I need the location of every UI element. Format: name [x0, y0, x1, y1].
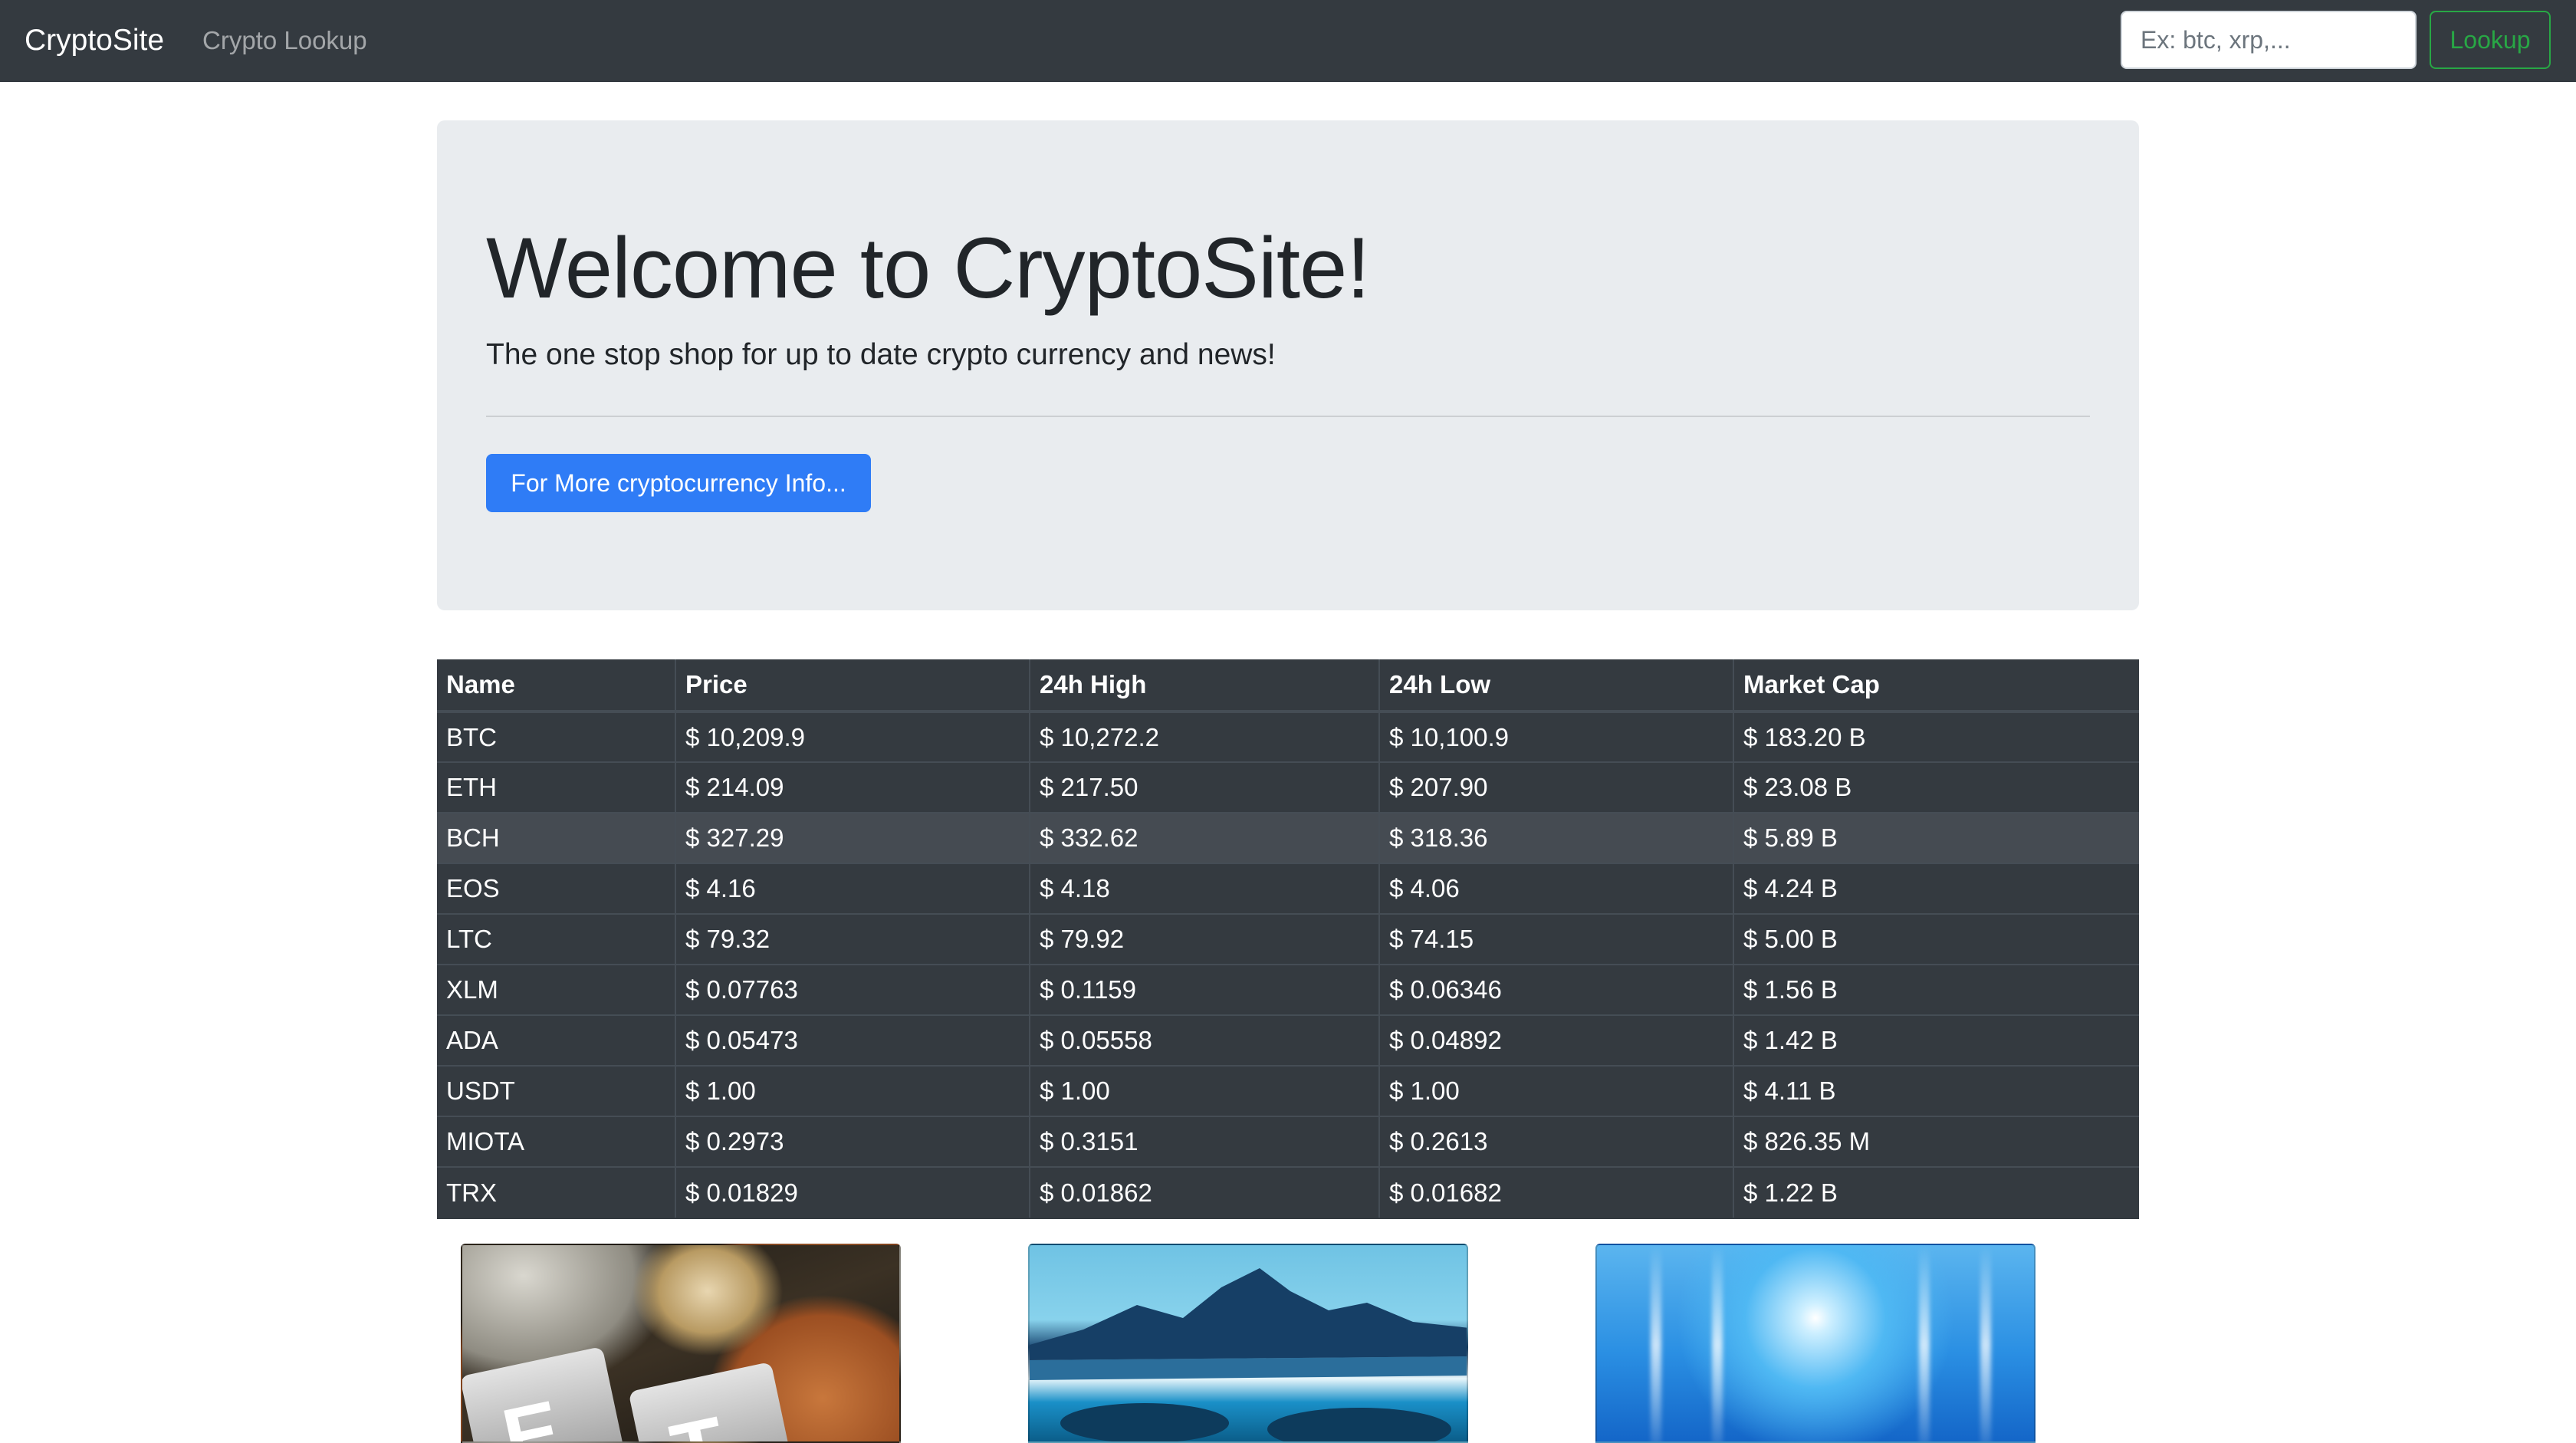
cell-price: $ 0.2973: [675, 1116, 1030, 1167]
cell-market-cap: $ 4.11 B: [1733, 1065, 2139, 1116]
crypto-table: Name Price 24h High 24h Low Market Cap B…: [437, 659, 2139, 1218]
cell-name: TRX: [437, 1166, 675, 1218]
cell-24h-high: $ 1.00: [1029, 1065, 1379, 1116]
cell-price: $ 0.01829: [675, 1166, 1030, 1218]
table-row: MIOTA $ 0.2973 $ 0.3151 $ 0.2613 $ 826.3…: [437, 1116, 2139, 1167]
cell-24h-low: $ 0.04892: [1378, 1014, 1733, 1066]
cell-market-cap: $ 826.35 M: [1733, 1116, 2139, 1167]
table-row: XLM $ 0.07763 $ 0.1159 $ 0.06346 $ 1.56 …: [437, 964, 2139, 1015]
cell-name: EOS: [437, 863, 675, 914]
cell-24h-high: $ 0.01862: [1029, 1166, 1379, 1218]
table-row: ETH $ 214.09 $ 217.50 $ 207.90 $ 23.08 B: [437, 761, 2139, 813]
keyboard-key: E: [462, 1346, 626, 1441]
header-price: Price: [675, 659, 1030, 713]
header-market-cap: Market Cap: [1733, 659, 2139, 713]
lead-text: The one stop shop for up to date crypto …: [486, 338, 1276, 371]
jumbotron: Welcome to CryptoSite! The one stop shop…: [437, 120, 2139, 610]
search-input[interactable]: [2121, 11, 2417, 69]
cell-market-cap: $ 1.56 B: [1733, 964, 2139, 1015]
more-info-button[interactable]: For More cryptocurrency Info...: [486, 454, 871, 512]
cell-24h-low: $ 0.2613: [1378, 1116, 1733, 1167]
brand-link[interactable]: CryptoSite: [25, 23, 164, 58]
cell-market-cap: $ 5.89 B: [1733, 812, 2139, 863]
header-24h-high: 24h High: [1029, 659, 1379, 713]
table-row: TRX $ 0.01829 $ 0.01862 $ 0.01682 $ 1.22…: [437, 1166, 2139, 1218]
cell-price: $ 214.09: [675, 761, 1030, 813]
cell-24h-low: $ 10,100.9: [1378, 711, 1733, 762]
news-card-image-ethereum-coins[interactable]: E T: [461, 1244, 901, 1443]
cell-24h-high: $ 217.50: [1029, 761, 1379, 813]
cell-name: LTC: [437, 913, 675, 965]
cell-price: $ 0.05473: [675, 1014, 1030, 1066]
table-row: BCH $ 327.29 $ 332.62 $ 318.36 $ 5.89 B: [437, 812, 2139, 863]
cell-24h-low: $ 207.90: [1378, 761, 1733, 813]
cell-24h-high: $ 79.92: [1029, 913, 1379, 965]
cell-24h-low: $ 1.00: [1378, 1065, 1733, 1116]
table-row: EOS $ 4.16 $ 4.18 $ 4.06 $ 4.24 B: [437, 863, 2139, 914]
page-title: Welcome to CryptoSite!: [486, 220, 1370, 316]
cell-name: BCH: [437, 812, 675, 863]
cell-price: $ 1.00: [675, 1065, 1030, 1116]
keyboard-key: T: [628, 1361, 795, 1441]
cell-market-cap: $ 5.00 B: [1733, 913, 2139, 965]
cell-name: XLM: [437, 964, 675, 1015]
cell-market-cap: $ 1.42 B: [1733, 1014, 2139, 1066]
cell-24h-high: $ 0.1159: [1029, 964, 1379, 1015]
cell-24h-low: $ 4.06: [1378, 863, 1733, 914]
crypto-table-container: Name Price 24h High 24h Low Market Cap B…: [437, 659, 2139, 1219]
header-name: Name: [437, 659, 675, 713]
cell-24h-low: $ 0.01682: [1378, 1166, 1733, 1218]
cell-24h-high: $ 0.3151: [1029, 1116, 1379, 1167]
table-header-row: Name Price 24h High 24h Low Market Cap: [437, 659, 2139, 713]
mountain-illustration: [1030, 1268, 1467, 1441]
table-row: BTC $ 10,209.9 $ 10,272.2 $ 10,100.9 $ 1…: [437, 711, 2139, 762]
cell-name: ETH: [437, 761, 675, 813]
cell-name: MIOTA: [437, 1116, 675, 1167]
cell-market-cap: $ 1.22 B: [1733, 1166, 2139, 1218]
table-row: USDT $ 1.00 $ 1.00 $ 1.00 $ 4.11 B: [437, 1065, 2139, 1116]
cell-market-cap: $ 23.08 B: [1733, 761, 2139, 813]
cell-24h-low: $ 318.36: [1378, 812, 1733, 863]
cell-24h-high: $ 4.18: [1029, 863, 1379, 914]
cell-price: $ 10,209.9: [675, 711, 1030, 762]
header-24h-low: 24h Low: [1378, 659, 1733, 713]
news-card-image-blue-light[interactable]: [1595, 1244, 2036, 1443]
cell-24h-high: $ 0.05558: [1029, 1014, 1379, 1066]
cell-price: $ 79.32: [675, 913, 1030, 965]
cell-price: $ 0.07763: [675, 964, 1030, 1015]
cell-name: ADA: [437, 1014, 675, 1066]
cell-name: USDT: [437, 1065, 675, 1116]
table-row: ADA $ 0.05473 $ 0.05558 $ 0.04892 $ 1.42…: [437, 1014, 2139, 1066]
cell-market-cap: $ 4.24 B: [1733, 863, 2139, 914]
cell-24h-high: $ 332.62: [1029, 812, 1379, 863]
cell-24h-high: $ 10,272.2: [1029, 711, 1379, 762]
cell-market-cap: $ 183.20 B: [1733, 711, 2139, 762]
lookup-button[interactable]: Lookup: [2430, 11, 2551, 69]
cell-24h-low: $ 0.06346: [1378, 964, 1733, 1015]
news-card-image-mountain-lake[interactable]: [1028, 1244, 1468, 1443]
navbar: CryptoSite Crypto Lookup Lookup: [0, 0, 2576, 82]
cell-price: $ 327.29: [675, 812, 1030, 863]
divider: [486, 416, 2090, 417]
table-row: LTC $ 79.32 $ 79.92 $ 74.15 $ 5.00 B: [437, 913, 2139, 965]
nav-link-crypto-lookup[interactable]: Crypto Lookup: [202, 25, 367, 56]
cell-price: $ 4.16: [675, 863, 1030, 914]
cell-24h-low: $ 74.15: [1378, 913, 1733, 965]
cell-name: BTC: [437, 711, 675, 762]
